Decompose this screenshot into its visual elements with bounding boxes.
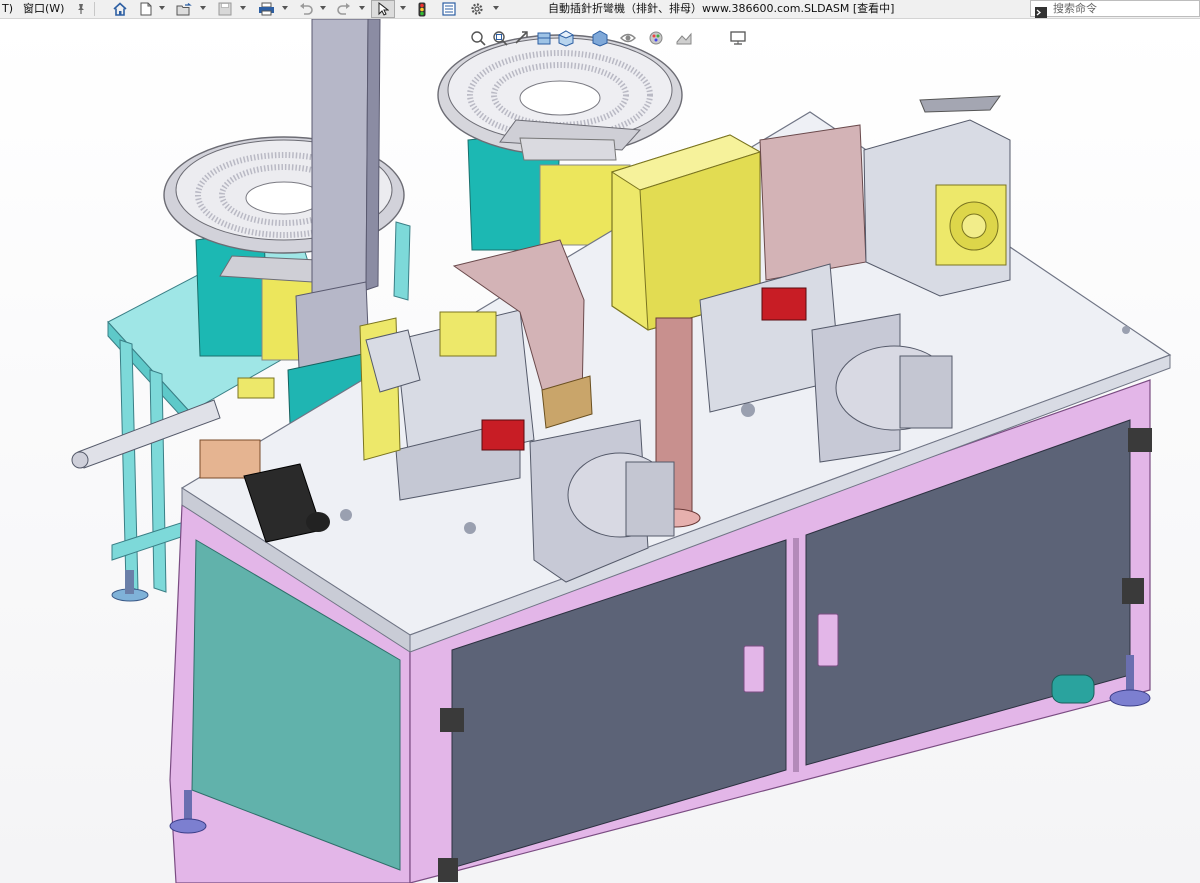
new-document-icon[interactable] bbox=[138, 0, 154, 18]
save-dropdown-caret[interactable] bbox=[240, 6, 246, 10]
door-handle-left bbox=[743, 645, 765, 693]
command-search-box[interactable] bbox=[1030, 0, 1200, 18]
undo-icon[interactable] bbox=[296, 0, 316, 18]
home-icon[interactable] bbox=[110, 0, 130, 18]
display-style-icon[interactable] bbox=[590, 28, 610, 48]
solidworks-window: T) 窗口(W) 自動插針折彎機（排針、排母）www.386600.com.SL… bbox=[0, 0, 1200, 883]
redo-dropdown-caret[interactable] bbox=[359, 6, 365, 10]
zoom-area-icon[interactable] bbox=[490, 28, 510, 48]
save-icon[interactable] bbox=[215, 0, 235, 18]
select-dropdown-caret[interactable] bbox=[400, 6, 406, 10]
redo-icon[interactable] bbox=[334, 0, 354, 18]
view-orientation-icon[interactable] bbox=[556, 28, 576, 48]
previous-view-icon[interactable] bbox=[512, 28, 532, 48]
new-dropdown-caret[interactable] bbox=[159, 6, 165, 10]
section-view-icon[interactable] bbox=[534, 28, 554, 48]
graphics-viewport[interactable] bbox=[0, 19, 1200, 883]
menu-toolbar-bar: T) 窗口(W) 自動插針折彎機（排針、排母）www.386600.com.SL… bbox=[0, 0, 1200, 19]
undo-dropdown-caret[interactable] bbox=[320, 6, 326, 10]
edit-appearance-icon[interactable] bbox=[646, 28, 666, 48]
print-dropdown-caret[interactable] bbox=[282, 6, 288, 10]
options-dropdown-caret[interactable] bbox=[493, 6, 499, 10]
pin-icon[interactable] bbox=[73, 0, 89, 18]
zoom-to-fit-icon[interactable] bbox=[468, 28, 488, 48]
toolbar-separator bbox=[94, 2, 95, 16]
door-handle-right bbox=[817, 613, 839, 667]
file-properties-icon[interactable] bbox=[439, 0, 459, 18]
traffic-light-icon[interactable] bbox=[414, 0, 430, 18]
hide-show-icon[interactable] bbox=[618, 28, 638, 48]
print-icon[interactable] bbox=[255, 0, 277, 18]
options-gear-icon[interactable] bbox=[467, 0, 487, 18]
heads-up-view-toolbar bbox=[468, 28, 758, 48]
document-title: 自動插針折彎機（排針、排母）www.386600.com.SLDASM [查看中… bbox=[548, 2, 895, 15]
menu-window[interactable]: 窗口(W) bbox=[23, 1, 64, 17]
apply-scene-icon[interactable] bbox=[674, 28, 694, 48]
menu-tools-fragment[interactable]: T) bbox=[2, 1, 13, 17]
open-folder-icon[interactable] bbox=[174, 0, 194, 18]
search-input[interactable] bbox=[1053, 1, 1193, 16]
monitor-icon[interactable] bbox=[728, 28, 748, 48]
open-dropdown-caret[interactable] bbox=[200, 6, 206, 10]
select-pointer-icon[interactable] bbox=[371, 0, 395, 18]
